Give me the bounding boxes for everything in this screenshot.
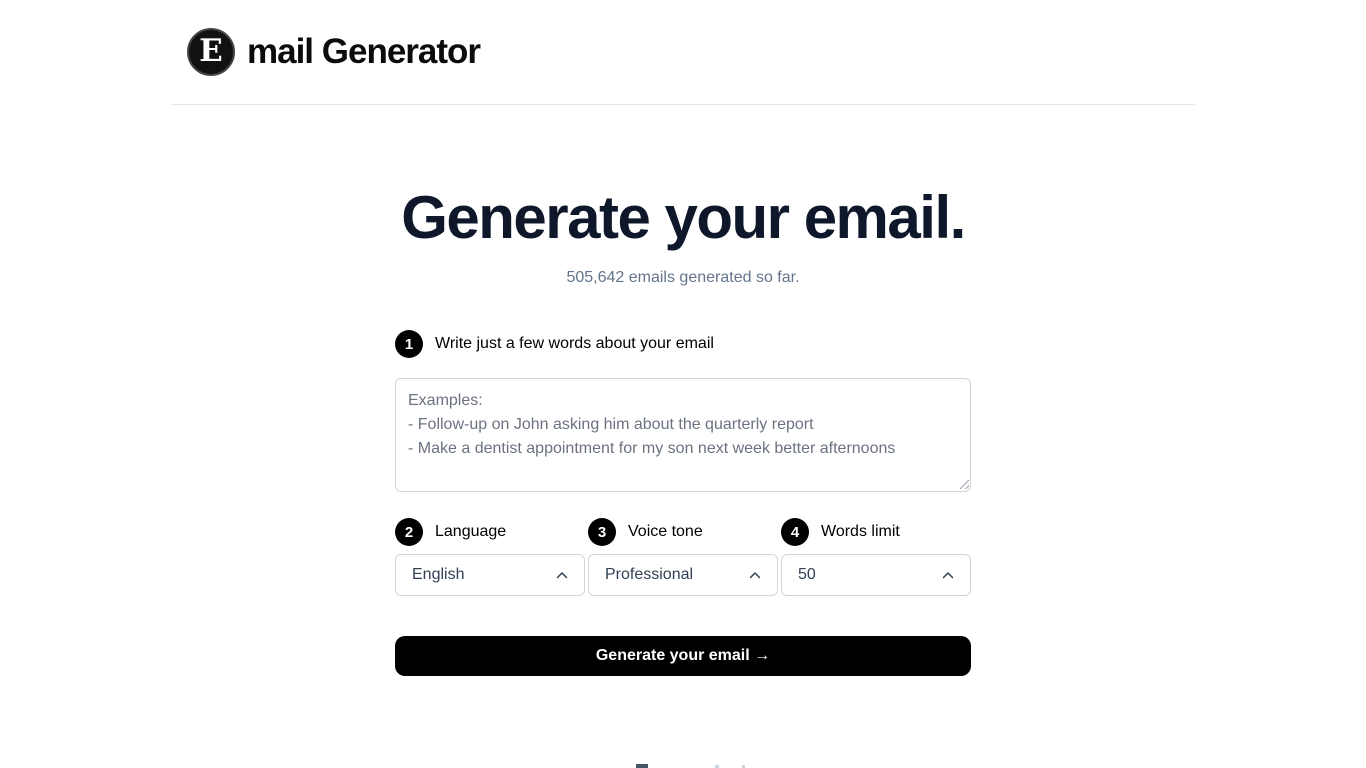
- step-4-label: Words limit: [821, 523, 900, 540]
- step-2-label: Language: [435, 523, 507, 540]
- step-1-badge: 1: [395, 330, 423, 358]
- letter-e-logo-icon: E: [187, 27, 235, 76]
- step-2-heading: 2 Language: [395, 517, 506, 547]
- step-3-badge: 3: [588, 518, 616, 546]
- email-description-textarea[interactable]: [395, 378, 971, 492]
- step-4-badge: 4: [781, 518, 809, 546]
- footer-graphic-partial: [636, 764, 745, 768]
- step-1-heading: 1 Write just a few words about your emai…: [395, 329, 714, 359]
- logo-letter: E: [199, 33, 223, 69]
- step-3-label: Voice tone: [628, 523, 703, 540]
- chevron-up-icon: [749, 572, 761, 579]
- resize-grip-icon[interactable]: [960, 480, 969, 489]
- words-limit-selected-value: 50: [798, 566, 816, 583]
- chevron-up-icon: [942, 572, 954, 579]
- language-select[interactable]: English: [395, 554, 585, 596]
- step-4-heading: 4 Words limit: [781, 517, 900, 547]
- step-3-heading: 3 Voice tone: [588, 517, 703, 547]
- step-1-label: Write just a few words about your email: [435, 335, 714, 352]
- site-header: E mail Generator: [171, 0, 1195, 105]
- page-title: Generate your email.: [401, 184, 966, 251]
- step-2-badge: 2: [395, 518, 423, 546]
- voice-tone-selected-value: Professional: [605, 566, 694, 583]
- language-selected-value: English: [412, 566, 465, 583]
- generate-email-button[interactable]: Generate your email →: [395, 636, 971, 676]
- brand[interactable]: E mail Generator: [187, 27, 481, 76]
- brand-name: mail Generator: [247, 31, 481, 71]
- chevron-up-icon: [556, 572, 568, 579]
- emails-generated-counter: 505,642 emails generated so far.: [566, 269, 800, 286]
- words-limit-select[interactable]: 50: [781, 554, 971, 596]
- voice-tone-select[interactable]: Professional: [588, 554, 778, 596]
